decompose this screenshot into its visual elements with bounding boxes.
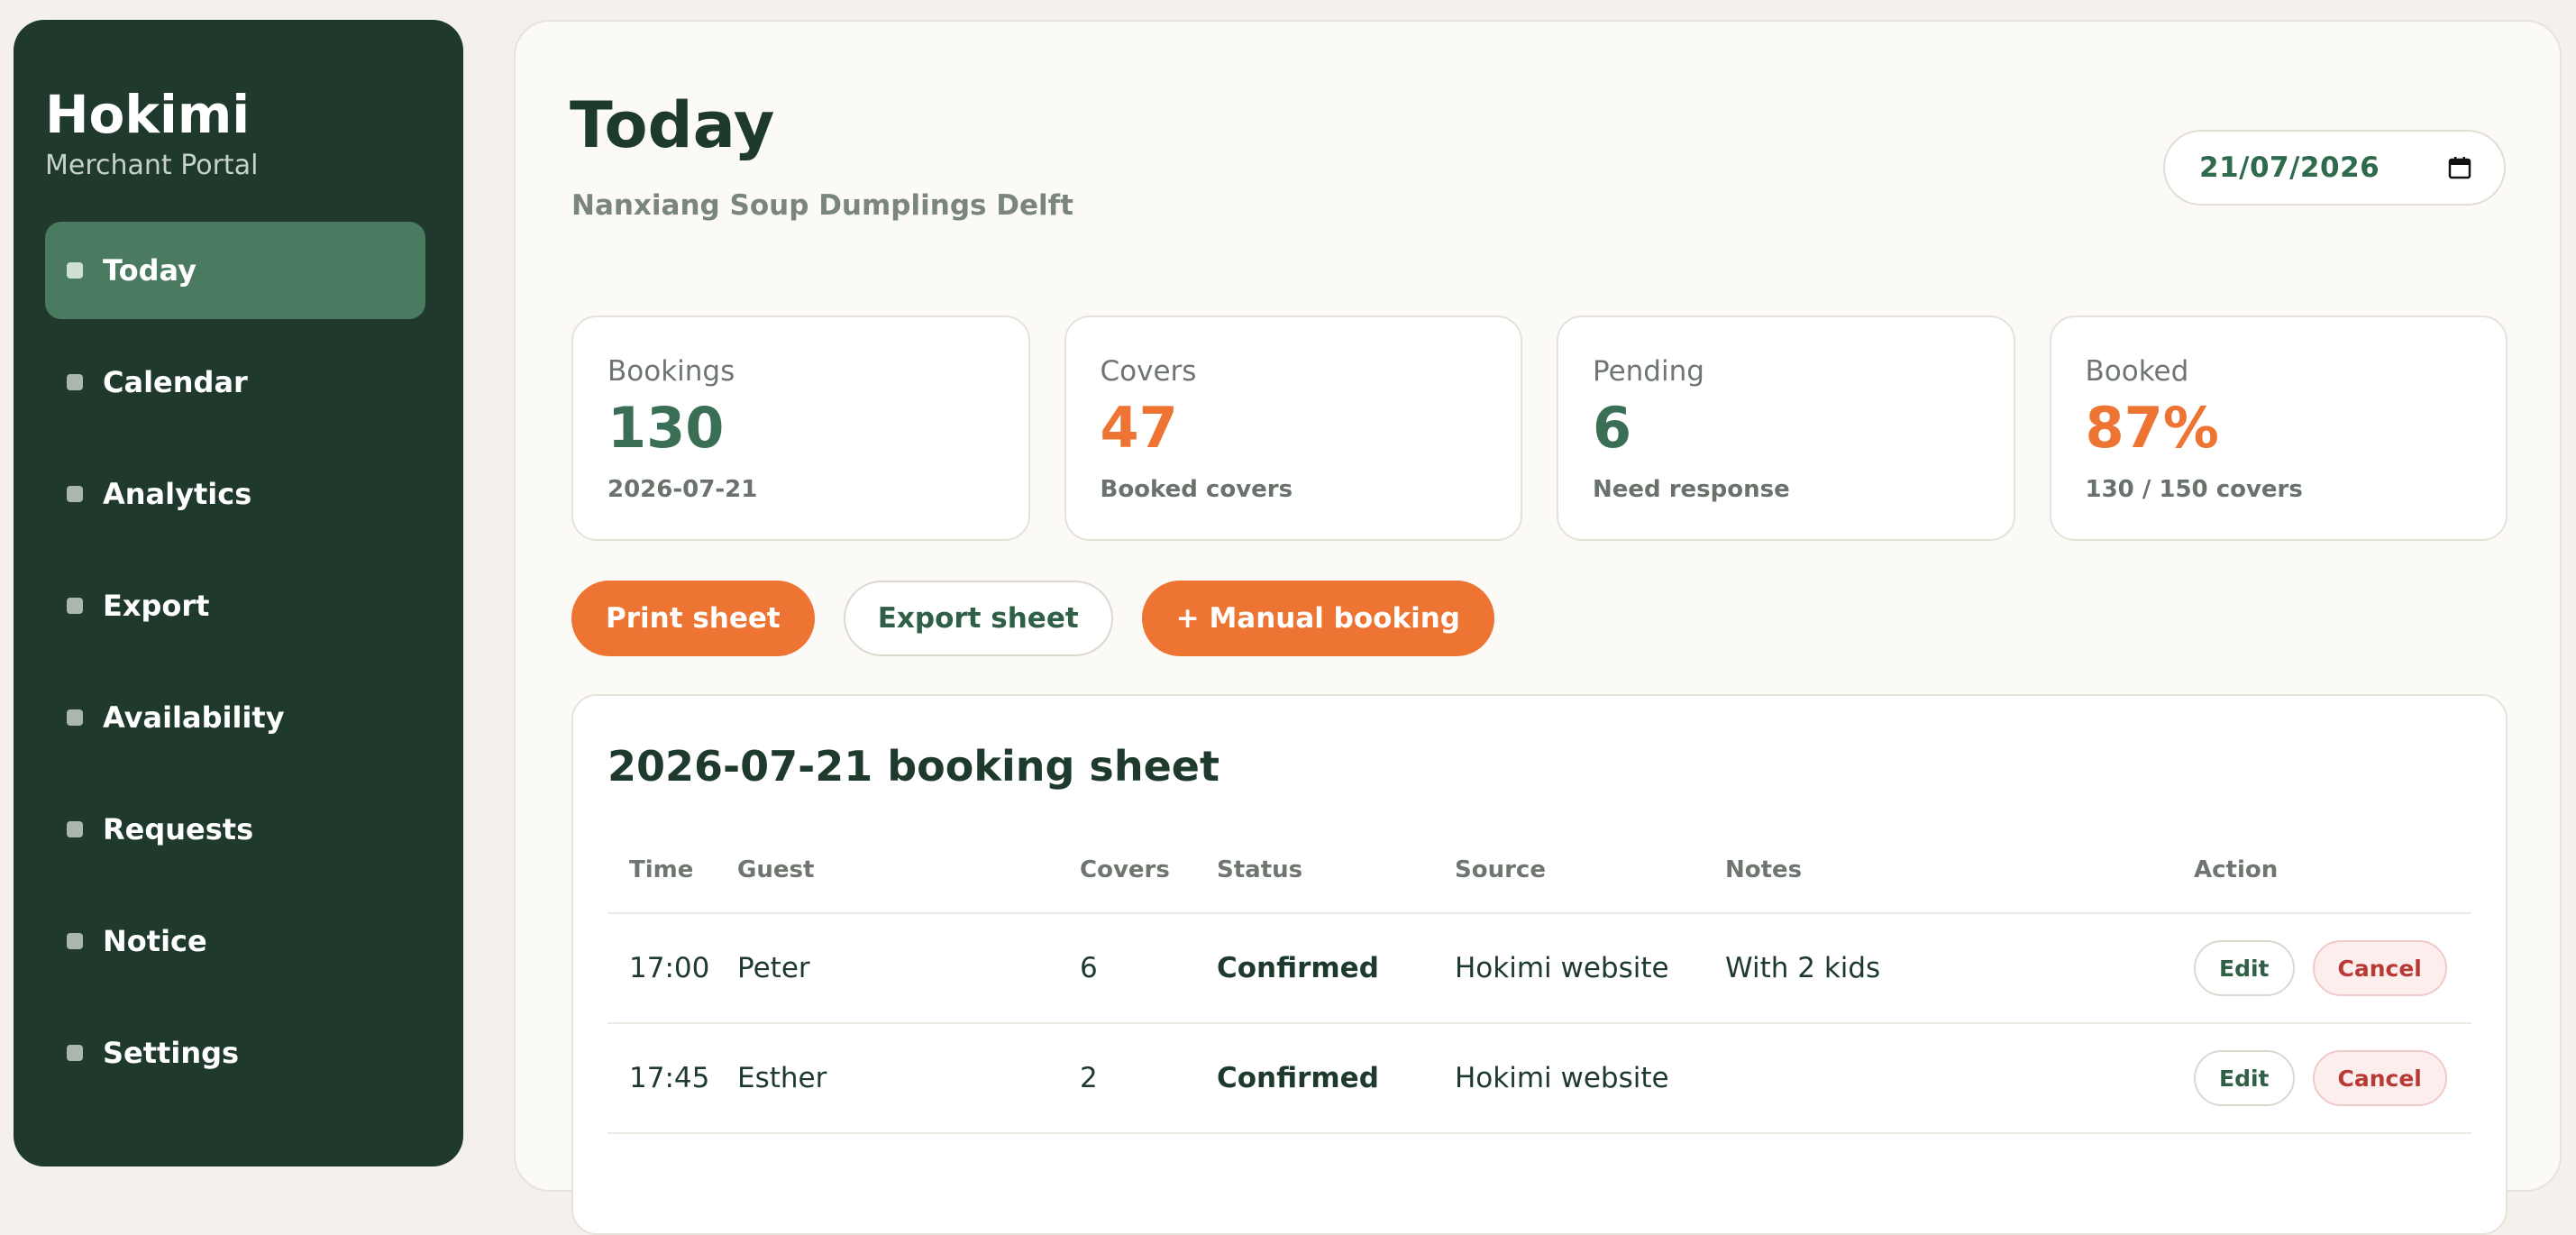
- stat-note: Booked covers: [1100, 476, 1293, 503]
- stat-value: 130: [607, 395, 725, 461]
- sidebar-nav: Today Calendar Analytics Export Availabi…: [45, 222, 425, 1102]
- sidebar-item-availability[interactable]: Availability: [45, 669, 425, 766]
- table-row: 17:00 Peter 6 Confirmed Hokimi website W…: [607, 914, 2471, 1024]
- column-header-covers: Covers: [1080, 856, 1170, 883]
- cell-guest: Esther: [737, 1062, 827, 1094]
- stat-note: 2026-07-21: [607, 476, 758, 503]
- table-header-row: Time Guest Covers Status Source Notes Ac…: [607, 856, 2471, 914]
- sidebar-item-analytics[interactable]: Analytics: [45, 445, 425, 543]
- sidebar-item-label: Availability: [103, 700, 285, 735]
- cell-status: Confirmed: [1217, 952, 1379, 984]
- square-bullet-icon: [67, 1045, 83, 1061]
- brand-subtitle: Merchant Portal: [45, 150, 259, 181]
- cell-actions: Edit Cancel: [2194, 940, 2471, 996]
- column-header-guest: Guest: [737, 856, 815, 883]
- stats-row: Bookings 130 2026-07-21 Covers 47 Booked…: [571, 316, 2507, 541]
- sidebar-item-label: Export: [103, 589, 210, 623]
- stat-card-bookings: Bookings 130 2026-07-21: [571, 316, 1030, 541]
- column-header-action: Action: [2194, 856, 2279, 883]
- cancel-button[interactable]: Cancel: [2312, 1050, 2447, 1106]
- calendar-icon[interactable]: [2448, 156, 2471, 179]
- cancel-button[interactable]: Cancel: [2312, 940, 2447, 996]
- square-bullet-icon: [67, 821, 83, 837]
- booking-table: Time Guest Covers Status Source Notes Ac…: [607, 856, 2471, 1134]
- table-row: 17:45 Esther 2 Confirmed Hokimi website …: [607, 1024, 2471, 1134]
- sidebar-item-label: Calendar: [103, 365, 248, 399]
- square-bullet-icon: [67, 933, 83, 949]
- stat-note: Need response: [1593, 476, 1790, 503]
- stat-value: 87%: [2085, 395, 2219, 461]
- booking-sheet: 2026-07-21 booking sheet Time Guest Cove…: [571, 694, 2507, 1235]
- column-header-source: Source: [1455, 856, 1546, 883]
- column-header-notes: Notes: [1725, 856, 1803, 883]
- stat-label: Bookings: [607, 355, 735, 388]
- edit-button[interactable]: Edit: [2194, 1050, 2295, 1106]
- manual-booking-button[interactable]: + Manual booking: [1141, 581, 1494, 656]
- square-bullet-icon: [67, 709, 83, 726]
- date-value: 21/07/2026: [2199, 151, 2380, 184]
- sidebar-item-label: Notice: [103, 924, 207, 958]
- square-bullet-icon: [67, 486, 83, 502]
- sidebar-item-requests[interactable]: Requests: [45, 781, 425, 878]
- sidebar-item-label: Settings: [103, 1036, 240, 1070]
- sheet-title: 2026-07-21 booking sheet: [607, 742, 1219, 791]
- cell-guest: Peter: [737, 952, 810, 984]
- stat-card-booked: Booked 87% 130 / 150 covers: [2049, 316, 2507, 541]
- stat-card-pending: Pending 6 Need response: [1557, 316, 2015, 541]
- cell-source: Hokimi website: [1455, 1062, 1669, 1094]
- date-picker[interactable]: 21/07/2026: [2163, 130, 2506, 206]
- page-title: Today: [570, 88, 775, 162]
- stat-label: Pending: [1593, 355, 1704, 388]
- cell-actions: Edit Cancel: [2194, 1050, 2471, 1106]
- export-sheet-button[interactable]: Export sheet: [843, 581, 1113, 656]
- sidebar-item-label: Analytics: [103, 477, 252, 511]
- cell-time: 17:45: [629, 1062, 710, 1094]
- print-sheet-button[interactable]: Print sheet: [571, 581, 815, 656]
- main-panel: Today Nanxiang Soup Dumplings Delft 21/0…: [514, 20, 2562, 1235]
- square-bullet-icon: [67, 262, 83, 279]
- square-bullet-icon: [67, 374, 83, 390]
- cell-status: Confirmed: [1217, 1062, 1379, 1094]
- cell-source: Hokimi website: [1455, 952, 1669, 984]
- edit-button[interactable]: Edit: [2194, 940, 2295, 996]
- stat-label: Covers: [1100, 355, 1197, 388]
- sidebar-item-settings[interactable]: Settings: [45, 1004, 425, 1102]
- sidebar-item-today[interactable]: Today: [45, 222, 425, 319]
- sidebar-item-calendar[interactable]: Calendar: [45, 334, 425, 431]
- sidebar-item-notice[interactable]: Notice: [45, 892, 425, 990]
- square-bullet-icon: [67, 598, 83, 614]
- sidebar: Hokimi Merchant Portal Today Calendar An…: [14, 20, 463, 1166]
- stat-value: 6: [1593, 395, 1632, 461]
- stat-label: Booked: [2085, 355, 2189, 388]
- cell-covers: 6: [1080, 952, 1098, 984]
- column-header-status: Status: [1217, 856, 1303, 883]
- sidebar-item-export[interactable]: Export: [45, 557, 425, 654]
- stat-value: 47: [1100, 395, 1178, 461]
- cell-covers: 2: [1080, 1062, 1098, 1094]
- stat-card-covers: Covers 47 Booked covers: [1064, 316, 1522, 541]
- cell-time: 17:00: [629, 952, 710, 984]
- column-header-time: Time: [629, 856, 694, 883]
- stat-note: 130 / 150 covers: [2085, 476, 2303, 503]
- cell-notes: With 2 kids: [1725, 952, 1881, 984]
- sidebar-item-label: Requests: [103, 812, 254, 846]
- sidebar-item-label: Today: [103, 253, 196, 288]
- brand-name: Hokimi: [45, 84, 251, 145]
- action-bar: Print sheet Export sheet + Manual bookin…: [571, 581, 1494, 656]
- restaurant-name: Nanxiang Soup Dumplings Delft: [571, 189, 1073, 222]
